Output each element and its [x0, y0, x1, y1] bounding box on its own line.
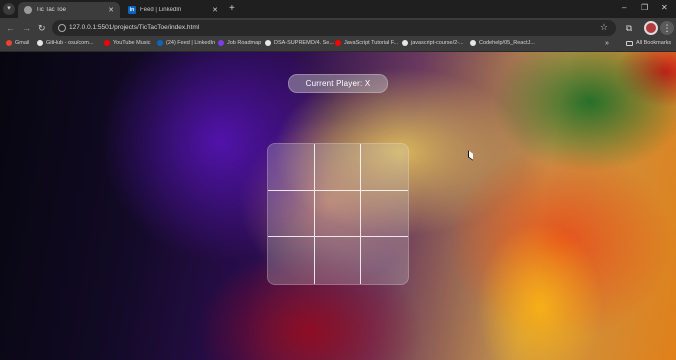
close-window-button[interactable]: ✕ [661, 3, 668, 13]
url-text[interactable]: 127.0.0.1:5501/projects/TicTacToe/index.… [69, 24, 199, 31]
site-info-icon[interactable] [58, 24, 66, 32]
tab-title: Feed | LinkedIn [140, 7, 182, 13]
bookmark-github[interactable]: GitHub - osu/com... [37, 40, 93, 46]
all-bookmarks-button[interactable]: All Bookmarks [626, 40, 671, 46]
current-player-status: Current Player: X [288, 74, 388, 93]
linkedin-icon: in [128, 6, 136, 14]
board-cell[interactable] [268, 237, 315, 284]
youtube-icon [335, 40, 341, 46]
browser-toolbar: ← → ↻ 127.0.0.1:5501/projects/TicTacToe/… [0, 18, 676, 38]
forward-button[interactable]: → [22, 22, 31, 34]
bookmark-label: Job Roadmap [227, 40, 262, 46]
tab-linkedin[interactable]: in Feed | LinkedIn ✕ [122, 2, 224, 18]
github-icon [37, 40, 43, 46]
board-cell[interactable] [268, 144, 315, 191]
tab-strip: ▾ Tic Tac Toe ✕ in Feed | LinkedIn ✕ + –… [0, 0, 676, 18]
bookmark-label: GitHub - osu/com... [46, 40, 94, 46]
bookmarks-overflow-button[interactable]: » [605, 40, 609, 47]
tab-title: Tic Tac Toe [36, 7, 66, 13]
close-icon[interactable]: ✕ [212, 6, 218, 14]
board-cell[interactable] [314, 144, 362, 191]
roadmap-icon [218, 40, 224, 46]
bookmark-javascript-course[interactable]: javascript-course/2-... [402, 40, 464, 46]
bookmarks-bar: Gmail GitHub - osu/com... YouTube Music … [0, 38, 676, 52]
bookmark-js-tutorial[interactable]: JavaScript Tutorial F... [335, 40, 398, 46]
bookmark-label: javascript-course/2-... [411, 40, 464, 46]
board-cell[interactable] [361, 237, 408, 284]
folder-icon [626, 40, 633, 46]
board-cell[interactable] [361, 191, 408, 238]
game-board [267, 143, 409, 285]
board-cell[interactable] [361, 144, 408, 191]
reload-button[interactable]: ↻ [38, 22, 46, 34]
tab-tic-tac-toe[interactable]: Tic Tac Toe ✕ [18, 2, 120, 18]
bookmark-label: (24) Feed | LinkedIn [166, 40, 216, 46]
github-icon [265, 40, 271, 46]
back-button[interactable]: ← [6, 22, 15, 34]
bookmark-linkedin[interactable]: (24) Feed | LinkedIn [157, 40, 215, 46]
gmail-icon [6, 40, 12, 46]
board-cell[interactable] [315, 237, 362, 284]
bookmark-label: Codehelp/05_ReactJ... [479, 40, 535, 46]
bookmark-star-icon[interactable]: ☆ [600, 22, 608, 33]
all-bookmarks-label: All Bookmarks [636, 40, 672, 46]
restore-button[interactable]: ❐ [641, 3, 648, 13]
close-icon[interactable]: ✕ [108, 6, 114, 14]
address-bar[interactable]: 127.0.0.1:5501/projects/TicTacToe/index.… [52, 20, 616, 36]
bookmark-label: JavaScript Tutorial F... [344, 40, 399, 46]
page-content: Current Player: X [0, 52, 676, 360]
github-icon [402, 40, 408, 46]
linkedin-icon [157, 40, 163, 46]
globe-icon [24, 6, 32, 14]
bookmark-label: Gmail [15, 40, 30, 46]
new-tab-button[interactable]: + [229, 3, 235, 15]
mouse-cursor-icon [468, 150, 473, 161]
bookmark-gmail[interactable]: Gmail [6, 40, 29, 46]
youtube-music-icon [104, 40, 110, 46]
board-cell[interactable] [268, 190, 315, 238]
extensions-icon[interactable]: ⧉ [622, 21, 636, 35]
tab-search-button[interactable]: ▾ [3, 3, 15, 15]
bookmark-job-roadmap[interactable]: Job Roadmap [218, 40, 261, 46]
github-icon [470, 40, 476, 46]
bookmark-label: YouTube Music [113, 40, 151, 46]
bookmark-dsa-supremo[interactable]: DSA-SUPREMO/4. Se... [265, 40, 334, 46]
board-cell[interactable] [314, 190, 362, 238]
more-menu-icon[interactable]: ⋮ [660, 21, 674, 35]
bookmark-youtube-music[interactable]: YouTube Music [104, 40, 151, 46]
bookmark-codehelp[interactable]: Codehelp/05_ReactJ... [470, 40, 535, 46]
bookmark-label: DSA-SUPREMO/4. Se... [274, 40, 334, 46]
minimize-button[interactable]: – [622, 3, 626, 13]
profile-avatar[interactable] [644, 21, 658, 35]
